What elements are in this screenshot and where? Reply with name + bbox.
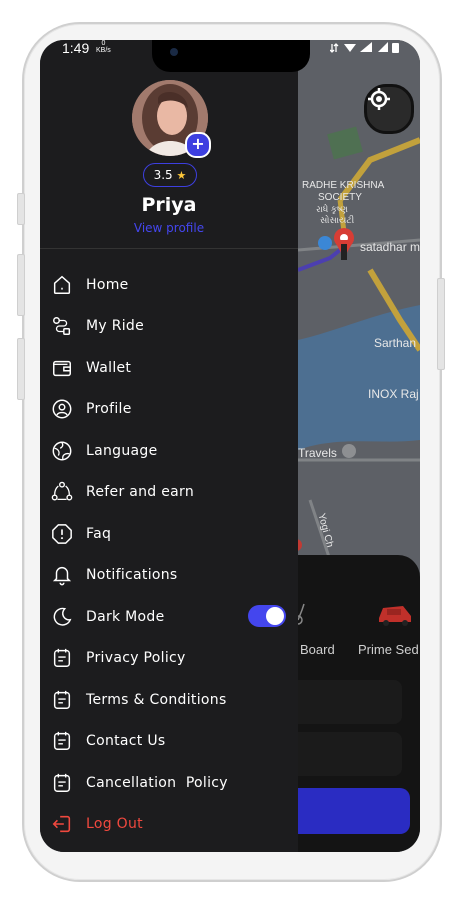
map-label: રાધે કૃષ્ણ — [316, 204, 349, 214]
menu-item-label: Terms & Conditions — [86, 692, 227, 708]
faq-icon — [50, 522, 74, 546]
document-icon — [50, 646, 74, 670]
document-icon — [50, 771, 74, 795]
moon-icon — [50, 605, 74, 629]
menu-item-label: Dark Mode — [86, 609, 165, 625]
menu-item-profile[interactable]: Profile — [48, 393, 288, 425]
camera-lens — [170, 48, 178, 56]
menu-item-notifications[interactable]: Notifications — [48, 559, 288, 591]
dark-mode-toggle[interactable] — [248, 605, 286, 627]
document-icon — [50, 688, 74, 712]
mute-switch — [17, 193, 25, 225]
menu-item-home[interactable]: Home — [48, 269, 288, 301]
status-time: 1:49 — [62, 40, 90, 56]
car-icon[interactable] — [375, 598, 415, 628]
view-profile-link[interactable]: View profile — [40, 221, 298, 235]
menu-item-refer-and-earn[interactable]: Refer and earn — [48, 476, 288, 508]
globe-icon — [50, 439, 74, 463]
menu-item-faq[interactable]: Faq — [48, 518, 288, 550]
home-icon — [50, 273, 74, 297]
volume-up-button — [17, 254, 25, 316]
menu-item-label: Privacy Policy — [86, 650, 186, 666]
map-label: satadhar m — [360, 240, 420, 254]
route-icon — [50, 314, 74, 338]
bell-icon — [50, 563, 74, 587]
data-speed: 0 KB/s — [96, 40, 111, 54]
ride-option-label[interactable]: Board — [300, 642, 335, 657]
star-icon: ★ — [176, 169, 187, 182]
profile-icon — [50, 397, 74, 421]
signal-icon — [329, 42, 399, 53]
crosshair-icon — [368, 88, 390, 110]
divider — [40, 248, 298, 249]
rating-badge: 3.5 ★ — [143, 163, 197, 187]
user-name: Priya — [141, 194, 197, 216]
menu-item-label: Log Out — [86, 816, 143, 832]
logout-icon — [50, 812, 74, 836]
menu-item-label: Notifications — [86, 567, 178, 583]
map-label: Travels — [298, 446, 337, 460]
menu-item-label: Contact Us — [86, 733, 166, 749]
menu-item-my-ride[interactable]: My Ride — [48, 310, 288, 342]
rating-value: 3.5 — [153, 168, 173, 182]
map-label: RADHE KRISHNA — [302, 180, 385, 191]
menu-item-cancellation-policy[interactable]: Cancellation Policy — [48, 767, 288, 799]
menu-item-terms-and-conditions[interactable]: Terms & Conditions — [48, 684, 288, 716]
power-button — [437, 278, 445, 370]
volume-down-button — [17, 338, 25, 400]
add-photo-button[interactable]: + — [185, 132, 211, 158]
menu-item-label: Home — [86, 277, 129, 293]
data-speed-unit: KB/s — [96, 47, 111, 54]
toggle-knob — [266, 607, 284, 625]
menu-item-privacy-policy[interactable]: Privacy Policy — [48, 642, 288, 674]
menu-item-label: Cancellation Policy — [86, 775, 228, 791]
map-label: SOCIETY — [318, 192, 362, 203]
map-label: સોસાયટી — [320, 215, 355, 225]
menu-item-label: Faq — [86, 526, 112, 542]
navigation-drawer: + 3.5 ★ Priya View profile Home My Ride … — [40, 40, 298, 852]
menu-item-log-out[interactable]: Log Out — [48, 808, 288, 840]
status-icons — [329, 40, 402, 59]
menu-item-label: My Ride — [86, 318, 145, 334]
data-speed-value: 0 — [101, 40, 106, 47]
wallet-icon — [50, 356, 74, 380]
menu-item-wallet[interactable]: Wallet — [48, 352, 288, 384]
share-icon — [50, 480, 74, 504]
document-icon — [50, 729, 74, 753]
menu-item-label: Refer and earn — [86, 484, 195, 500]
menu-item-contact-us[interactable]: Contact Us — [48, 725, 288, 757]
camera-notch — [152, 40, 310, 72]
menu-item-label: Profile — [86, 401, 132, 417]
ride-option-label[interactable]: Prime Sed — [358, 642, 419, 657]
map-label: Sarthan — [374, 336, 417, 350]
menu-item-label: Language — [86, 443, 158, 459]
phone-screen: RADHE KRISHNA SOCIETY રાધે કૃષ્ણ સોસાયટી… — [40, 40, 420, 852]
map-label: INOX Raj — [368, 387, 419, 401]
menu-item-label: Wallet — [86, 360, 132, 376]
menu-item-language[interactable]: Language — [48, 435, 288, 467]
locate-me-button[interactable] — [364, 84, 414, 134]
